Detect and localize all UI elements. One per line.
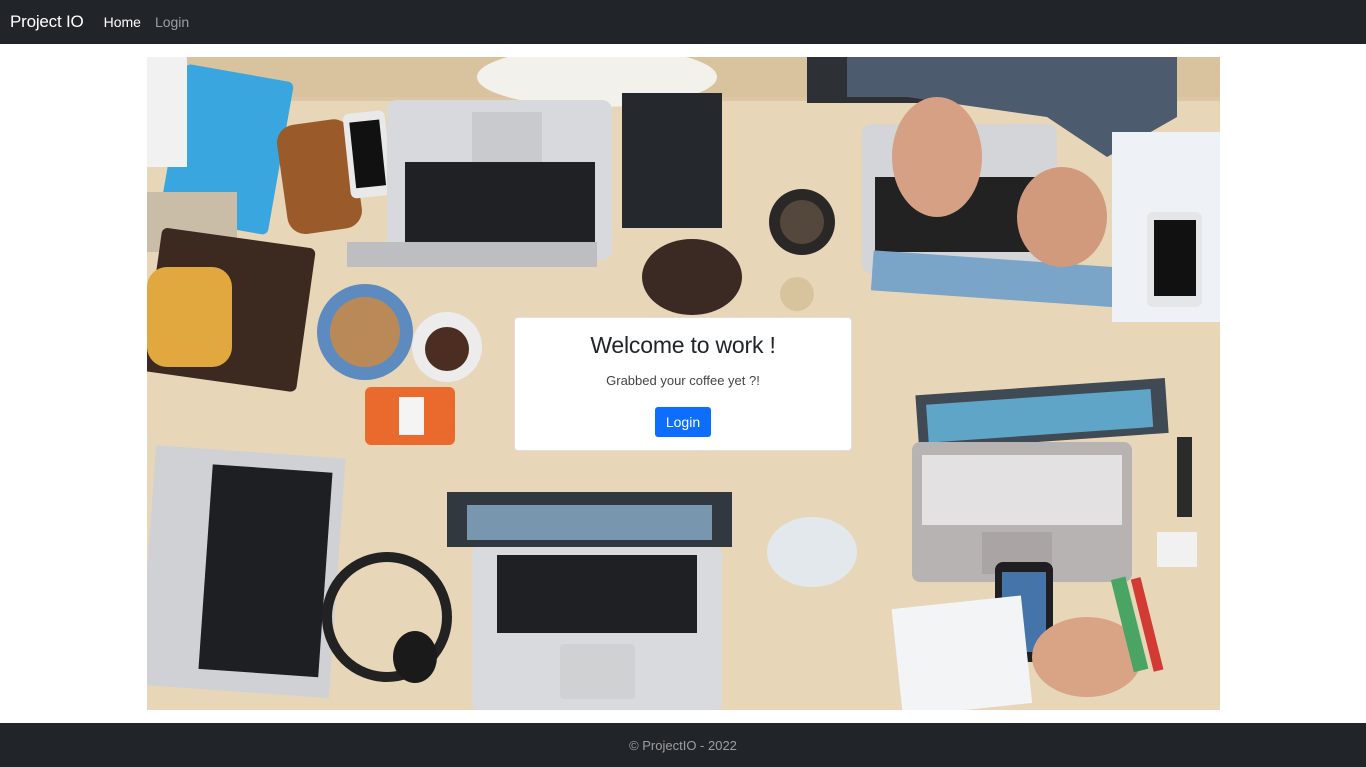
welcome-card: Welcome to work ! Grabbed your coffee ye…	[514, 317, 852, 451]
footer-copyright: © ProjectIO - 2022	[629, 737, 737, 753]
welcome-title: Welcome to work !	[590, 332, 776, 358]
login-button[interactable]: Login	[654, 407, 712, 437]
nav-link-login[interactable]: Login	[155, 14, 189, 30]
nav-link-home[interactable]: Home	[104, 14, 141, 30]
welcome-subtitle: Grabbed your coffee yet ?!	[606, 373, 760, 388]
top-navbar: Project IO Home Login	[0, 0, 1366, 44]
brand-logo-text[interactable]: Project IO	[10, 12, 84, 32]
page-footer: © ProjectIO - 2022	[0, 723, 1366, 767]
